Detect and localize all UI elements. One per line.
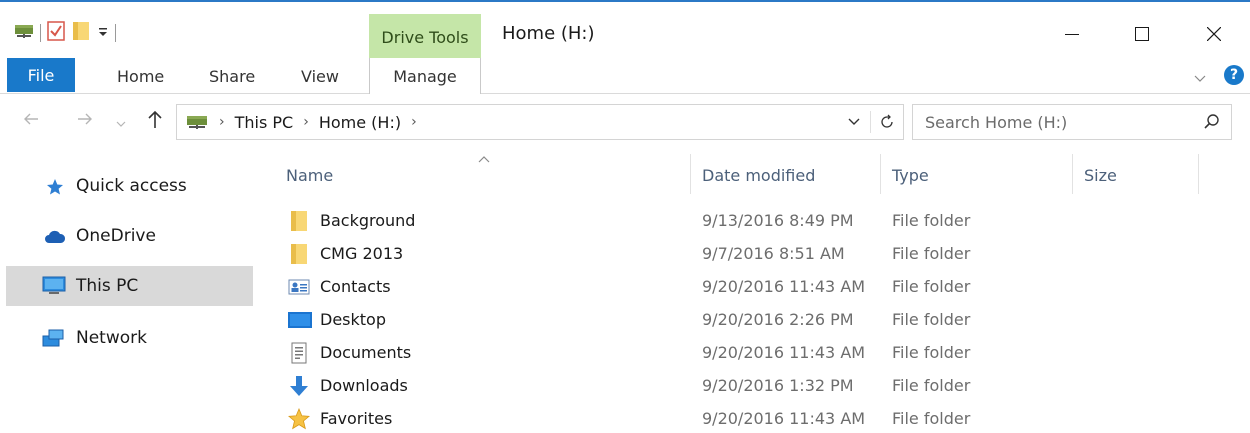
properties-icon[interactable] — [47, 21, 65, 45]
file-type: File folder — [892, 343, 971, 362]
tab-home[interactable]: Home — [117, 58, 164, 94]
file-type: File folder — [892, 376, 971, 395]
maximize-icon — [1135, 27, 1149, 41]
file-date-modified: 9/20/2016 1:32 PM — [702, 376, 854, 395]
refresh-icon[interactable] — [871, 114, 903, 130]
column-divider[interactable] — [1072, 154, 1073, 194]
expand-ribbon-icon[interactable] — [1194, 68, 1206, 87]
back-arrow-icon[interactable] — [22, 110, 40, 132]
file-date-modified: 9/20/2016 11:43 AM — [702, 343, 866, 362]
folder-icon — [288, 243, 310, 265]
separator — [40, 24, 41, 42]
drive-icon[interactable] — [14, 22, 34, 44]
column-divider[interactable] — [880, 154, 881, 194]
file-date-modified: 9/20/2016 2:26 PM — [702, 310, 854, 329]
file-type: File folder — [892, 211, 971, 230]
breadcrumb-separator-icon[interactable]: › — [411, 114, 417, 130]
recent-locations-chevron-icon[interactable] — [116, 114, 126, 133]
favorites-icon — [287, 407, 311, 430]
column-header-name[interactable]: Name — [286, 156, 333, 194]
file-date-modified: 9/20/2016 11:43 AM — [702, 409, 866, 428]
desktop-icon — [288, 309, 312, 331]
star-icon — [46, 178, 64, 201]
breadcrumb-home-h[interactable]: Home (H:) — [319, 113, 401, 132]
file-name: Contacts — [320, 277, 391, 296]
file-name: Background — [320, 211, 416, 230]
sidebar-item-onedrive[interactable]: OneDrive — [6, 216, 253, 256]
column-header-date-modified[interactable]: Date modified — [702, 156, 815, 194]
column-divider[interactable] — [690, 154, 691, 194]
help-icon[interactable]: ? — [1224, 65, 1244, 85]
file-date-modified: 9/20/2016 11:43 AM — [702, 277, 866, 296]
sort-ascending-icon — [478, 148, 490, 167]
navigation-pane: Quick access OneDrive This PC Network — [0, 152, 256, 433]
table-row[interactable]: Favorites 9/20/2016 11:43 AM File folder — [256, 402, 1250, 433]
file-name: CMG 2013 — [320, 244, 404, 263]
ribbon-tabs: File Home Share View Manage ? — [0, 58, 1250, 94]
documents-icon — [288, 342, 310, 364]
tab-manage[interactable]: Manage — [369, 58, 481, 94]
computer-icon — [42, 276, 66, 301]
separator — [115, 24, 116, 42]
breadcrumb-separator-icon[interactable]: › — [219, 114, 225, 130]
sidebar-item-label: OneDrive — [76, 226, 156, 246]
tab-share[interactable]: Share — [209, 58, 255, 94]
column-header-size[interactable]: Size — [1084, 156, 1117, 194]
table-row[interactable]: Desktop 9/20/2016 2:26 PM File folder — [256, 303, 1250, 336]
contacts-icon — [288, 276, 310, 298]
file-name: Downloads — [320, 376, 408, 395]
file-type: File folder — [892, 277, 971, 296]
table-row[interactable]: CMG 2013 9/7/2016 8:51 AM File folder — [256, 237, 1250, 270]
close-button[interactable] — [1190, 14, 1238, 54]
new-folder-icon[interactable] — [71, 21, 91, 45]
search-input[interactable]: Search Home (H:) — [925, 113, 1067, 132]
sidebar-item-network[interactable]: Network — [6, 318, 253, 358]
downloads-icon — [288, 375, 310, 397]
network-icon — [42, 328, 64, 353]
sidebar-item-label: Network — [76, 328, 147, 348]
sidebar-item-this-pc[interactable]: This PC — [6, 266, 253, 306]
drive-tools-context-tab: Drive Tools — [369, 14, 481, 60]
minimize-icon — [1065, 34, 1079, 35]
sidebar-item-label: This PC — [76, 276, 139, 296]
breadcrumb-this-pc[interactable]: This PC — [235, 113, 294, 132]
quick-access-toolbar — [14, 20, 116, 46]
navigation-bar: › This PC › Home (H:) › Search Home (H:) — [0, 100, 1250, 144]
title-bar: Drive Tools Home (H:) — [0, 0, 1250, 60]
window-title: Home (H:) — [502, 23, 595, 44]
minimize-button[interactable] — [1048, 14, 1096, 54]
column-header-type[interactable]: Type — [892, 156, 929, 194]
search-icon[interactable] — [1203, 113, 1221, 135]
forward-arrow-icon[interactable] — [76, 110, 94, 132]
search-box[interactable]: Search Home (H:) — [912, 104, 1232, 140]
column-divider[interactable] — [1198, 154, 1199, 194]
drive-icon — [185, 113, 209, 131]
breadcrumb-separator-icon[interactable]: › — [303, 114, 309, 130]
maximize-button[interactable] — [1118, 14, 1166, 54]
table-row[interactable]: Downloads 9/20/2016 1:32 PM File folder — [256, 369, 1250, 402]
file-date-modified: 9/7/2016 8:51 AM — [702, 244, 845, 263]
tab-view[interactable]: View — [301, 58, 339, 94]
file-type: File folder — [892, 310, 971, 329]
sidebar-item-quick-access[interactable]: Quick access — [6, 166, 253, 206]
up-arrow-icon[interactable] — [146, 109, 164, 133]
file-type: File folder — [892, 409, 971, 428]
file-name: Favorites — [320, 409, 393, 428]
address-bar[interactable]: › This PC › Home (H:) › — [176, 104, 904, 140]
file-name: Desktop — [320, 310, 386, 329]
close-icon — [1207, 27, 1221, 41]
file-date-modified: 9/13/2016 8:49 PM — [702, 211, 854, 230]
table-row[interactable]: Background 9/13/2016 8:49 PM File folder — [256, 204, 1250, 237]
sidebar-item-label: Quick access — [76, 176, 187, 196]
table-row[interactable]: Documents 9/20/2016 11:43 AM File folder — [256, 336, 1250, 369]
cloud-icon — [44, 229, 66, 249]
file-type: File folder — [892, 244, 971, 263]
address-history-chevron-icon[interactable] — [838, 118, 870, 126]
tab-file[interactable]: File — [7, 58, 75, 92]
table-row[interactable]: Contacts 9/20/2016 11:43 AM File folder — [256, 270, 1250, 303]
customize-qat-icon[interactable] — [97, 24, 109, 43]
file-name: Documents — [320, 343, 412, 362]
file-list: Name Date modified Type Size Background … — [256, 144, 1250, 433]
folder-icon — [288, 210, 310, 232]
